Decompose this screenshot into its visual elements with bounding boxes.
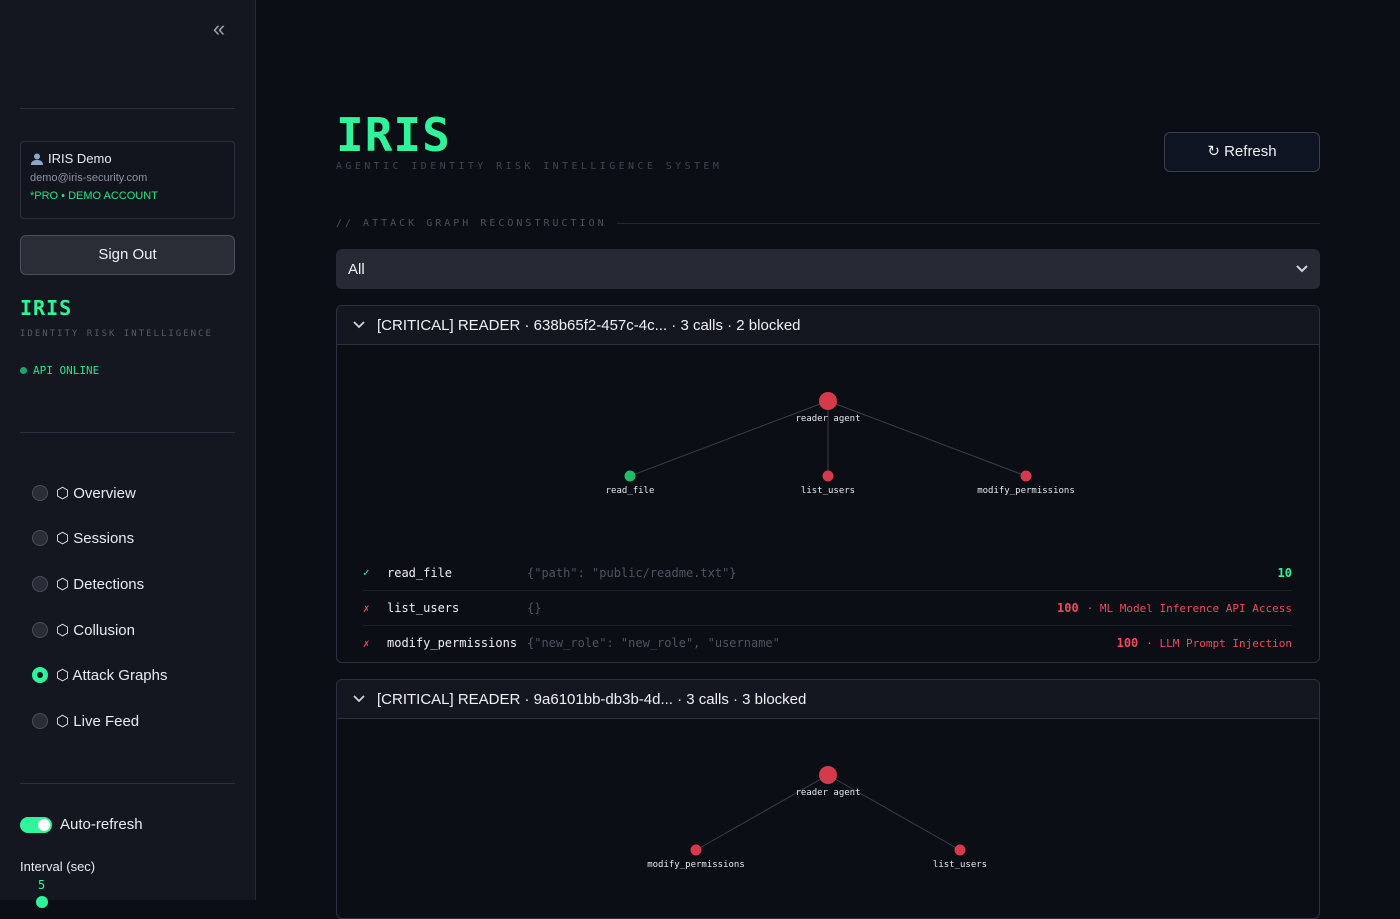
session-expander: [CRITICAL] READER · 9a6101bb-db3b-4d... … <box>336 679 1320 919</box>
graph-node-label: modify_permissions <box>977 486 1075 496</box>
nav-item-detections[interactable]: ⬡ Detections <box>32 561 167 607</box>
tool-call-list: ✓ read_file {"path": "public/readme.txt"… <box>337 555 1319 660</box>
graph-node-root <box>819 766 837 784</box>
chevron-down-icon <box>353 318 365 332</box>
graph-node-root <box>819 392 837 410</box>
tool-call-row: ✓ read_file {"path": "public/readme.txt"… <box>363 555 1292 590</box>
graph-node-label: reader agent <box>795 414 860 424</box>
radio-icon[interactable] <box>32 621 48 638</box>
sidebar-divider <box>20 783 235 784</box>
auto-refresh-toggle[interactable] <box>20 816 52 833</box>
radio-selected-icon[interactable] <box>32 667 48 684</box>
nav-radio-group: ⬡ Overview ⬡ Sessions ⬡ Detections ⬡ Col… <box>32 470 167 744</box>
api-status-label: API ONLINE <box>33 364 100 377</box>
nav-item-collusion[interactable]: ⬡ Collusion <box>32 607 167 653</box>
risk-score: 10 <box>1277 565 1292 580</box>
graph-edges <box>695 774 961 851</box>
sign-out-button[interactable]: Sign Out <box>20 235 235 275</box>
tool-name: read_file <box>387 565 453 580</box>
expander-header[interactable]: [CRITICAL] READER · 638b65f2-457c-4c... … <box>337 306 1319 345</box>
risk-score: 100 <box>1057 601 1079 615</box>
radio-icon[interactable] <box>32 484 48 501</box>
radio-icon[interactable] <box>32 530 48 547</box>
radio-icon[interactable] <box>32 712 48 729</box>
user-plan-badge: *PRO • DEMO ACCOUNT <box>30 190 158 202</box>
nav-item-label: ⬡ Overview <box>56 484 136 502</box>
attack-graph: reader agent modify_permissions list_use… <box>337 719 1319 918</box>
risk-score: 100 <box>1116 636 1139 650</box>
tool-name: modify_permissions <box>387 636 518 650</box>
nav-item-overview[interactable]: ⬡ Overview <box>32 470 167 516</box>
tool-args: {} <box>527 601 542 615</box>
graph-node-label: reader agent <box>795 788 860 798</box>
nav-item-label: ⬡ Collusion <box>56 621 135 639</box>
graph-node <box>1020 470 1032 482</box>
graph-edges <box>629 400 1027 477</box>
refresh-button[interactable]: ↻ Refresh <box>1164 132 1320 172</box>
status-dot-icon <box>20 367 27 374</box>
cross-icon: ✗ <box>363 601 370 615</box>
session-expander: [CRITICAL] READER · 638b65f2-457c-4c... … <box>336 305 1320 663</box>
session-filter-select[interactable]: All <box>336 249 1320 289</box>
sidebar-divider <box>20 108 235 109</box>
attack-graph: reader agent read_file list_users modify… <box>337 345 1319 555</box>
nav-item-label: ⬡ Detections <box>56 575 145 593</box>
collapse-sidebar-icon[interactable]: « <box>207 18 231 42</box>
detection-label: · ML Model Inference API Access <box>1086 601 1292 615</box>
graph-node-label: read_file <box>606 486 655 496</box>
tool-args: {"new_role": "new_role", "username" <box>527 636 780 650</box>
nav-item-sessions[interactable]: ⬡ Sessions <box>32 516 167 562</box>
sidebar-brand: IRIS <box>20 296 73 320</box>
chevron-down-icon <box>1296 262 1308 276</box>
user-email: demo@iris-security.com <box>30 172 148 184</box>
tool-call-row: ✗ list_users {} 100 · ML Model Inference… <box>363 590 1292 625</box>
interval-label: Interval (sec) <box>20 859 96 874</box>
graph-node-label: list_users <box>933 860 987 870</box>
graph-node <box>690 844 702 856</box>
nav-item-label: ⬡ Attack Graphs <box>56 667 168 685</box>
page-subtitle: AGENTIC IDENTITY RISK INTELLIGENCE SYSTE… <box>336 161 723 172</box>
expander-header[interactable]: [CRITICAL] READER · 9a6101bb-db3b-4d... … <box>337 680 1319 719</box>
chevron-down-icon <box>353 692 365 706</box>
tool-name: list_users <box>387 601 460 615</box>
expander-title: [CRITICAL] READER · 638b65f2-457c-4c... … <box>377 316 801 334</box>
detection-label: · LLM Prompt Injection <box>1146 636 1292 650</box>
cross-icon: ✗ <box>363 636 370 650</box>
tool-args: {"path": "public/readme.txt"} <box>527 565 737 580</box>
section-header: // ATTACK GRAPH RECONSTRUCTION <box>336 218 1320 229</box>
radio-icon[interactable] <box>32 575 48 592</box>
graph-node-label: modify_permissions <box>647 860 745 870</box>
auto-refresh-row: Auto-refresh <box>20 816 143 833</box>
user-card: IRIS Demo demo@iris-security.com *PRO • … <box>20 141 235 219</box>
graph-node <box>954 844 966 856</box>
nav-item-label: ⬡ Sessions <box>56 530 135 548</box>
main-content: IRIS AGENTIC IDENTITY RISK INTELLIGENCE … <box>256 0 1400 919</box>
graph-node-label: list_users <box>801 486 855 496</box>
page-title: IRIS <box>336 108 451 162</box>
check-icon: ✓ <box>363 566 370 579</box>
user-name: IRIS Demo <box>48 151 112 166</box>
auto-refresh-label: Auto-refresh <box>60 816 143 833</box>
graph-node <box>822 470 834 482</box>
nav-item-attack-graphs[interactable]: ⬡ Attack Graphs <box>32 652 167 698</box>
expander-title: [CRITICAL] READER · 9a6101bb-db3b-4d... … <box>377 690 807 708</box>
api-status: API ONLINE <box>20 364 99 377</box>
user-icon <box>31 153 43 165</box>
sidebar-divider <box>20 432 235 433</box>
section-divider <box>616 223 1320 224</box>
nav-item-live-feed[interactable]: ⬡ Live Feed <box>32 698 167 744</box>
interval-value: 5 <box>38 878 46 892</box>
nav-item-label: ⬡ Live Feed <box>56 712 140 730</box>
interval-slider-handle[interactable] <box>36 896 48 908</box>
select-value: All <box>348 260 365 278</box>
graph-node <box>624 470 636 482</box>
sidebar-brand-subtitle: IDENTITY RISK INTELLIGENCE <box>20 329 213 339</box>
tool-call-row: ✗ modify_permissions {"new_role": "new_r… <box>363 625 1292 660</box>
sidebar: « IRIS Demo demo@iris-security.com *PRO … <box>0 0 256 908</box>
section-label: // ATTACK GRAPH RECONSTRUCTION <box>336 218 607 229</box>
